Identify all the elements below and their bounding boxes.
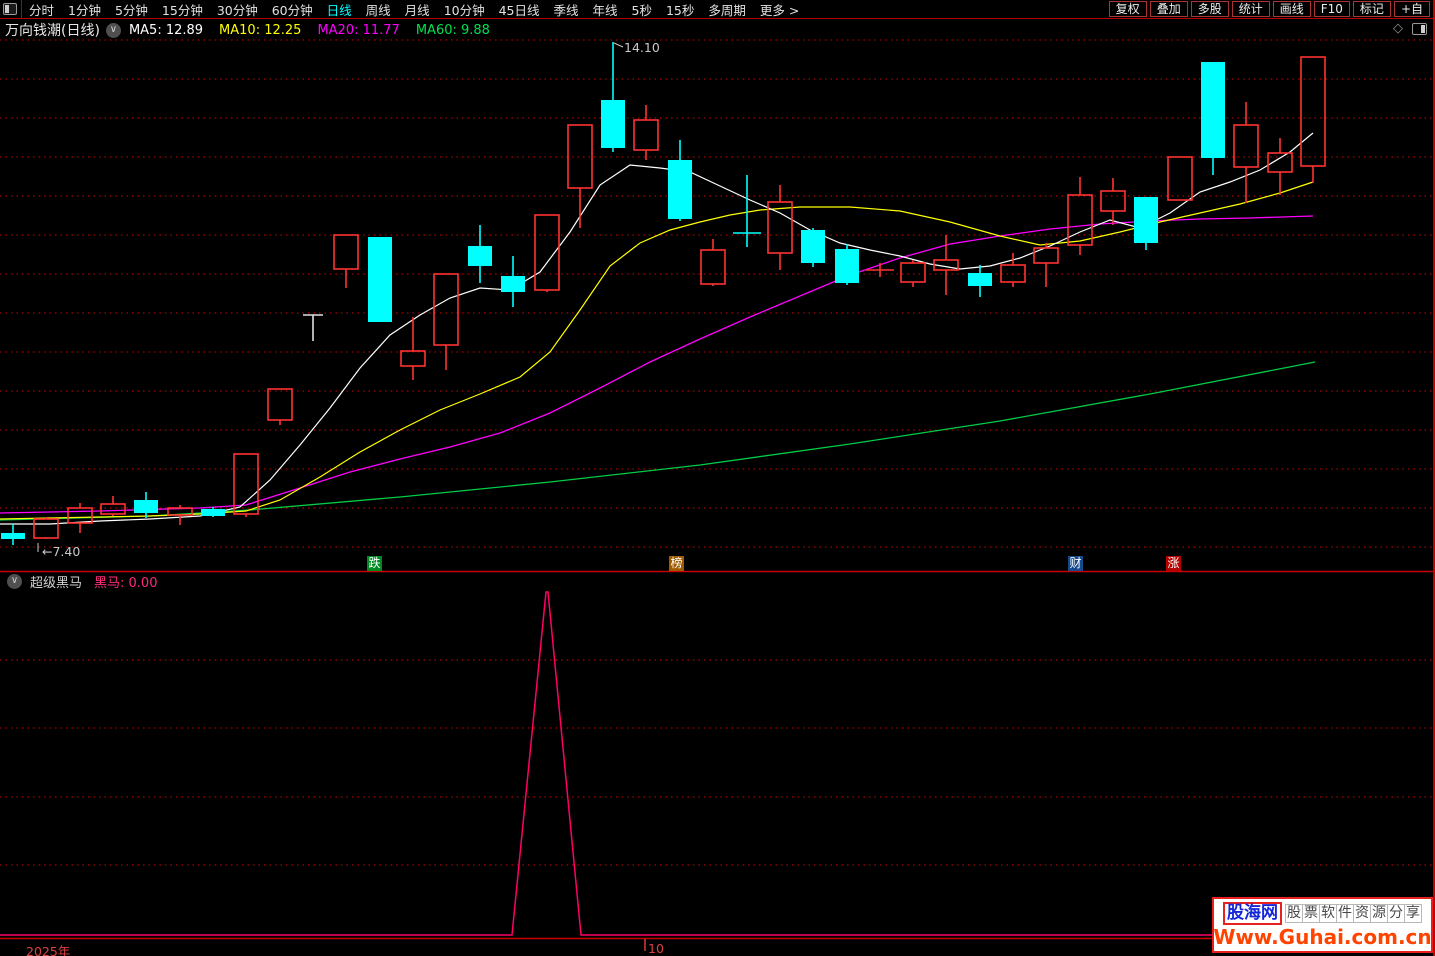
axis-month-label: 10 — [648, 941, 664, 956]
watermark-tagline-char: 票 — [1302, 904, 1320, 923]
indicator-value: 黑马: 0.00 — [94, 572, 157, 591]
indicator-name: 超级黑马 — [30, 572, 82, 591]
watermark-tagline-char: 件 — [1336, 904, 1354, 923]
event-marker-涨[interactable]: 涨 — [1166, 556, 1181, 571]
indicator-panel-header: ∨ 超级黑马 黑马: 0.00 — [7, 574, 157, 589]
watermark-tagline-char: 享 — [1404, 904, 1422, 923]
watermark-site-name: 股海网 — [1223, 902, 1282, 925]
axis-year-label: 2025年 — [26, 941, 70, 956]
event-marker-财[interactable]: 财 — [1068, 556, 1083, 571]
low-price-annotation: ←7.40 — [42, 544, 80, 559]
watermark-tagline-char: 分 — [1387, 904, 1405, 923]
chevron-down-icon[interactable]: ∨ — [7, 574, 22, 589]
watermark-row: 股海网 股票软件资源分享 — [1223, 902, 1422, 925]
watermark-tagline-char: 源 — [1370, 904, 1388, 923]
watermark-tagline-char: 软 — [1319, 904, 1337, 923]
candlestick-chart-canvas[interactable] — [0, 0, 1435, 956]
watermark-banner: 股海网 股票软件资源分享 Www.Guhai.com.cn — [1212, 897, 1433, 953]
watermark-url[interactable]: Www.Guhai.com.cn — [1213, 926, 1431, 948]
watermark-tagline-char: 股 — [1285, 904, 1303, 923]
event-marker-榜[interactable]: 榜 — [669, 556, 684, 571]
trading-app-window: 分时1分钟5分钟15分钟30分钟60分钟日线周线月线10分钟45日线季线年线5秒… — [0, 0, 1435, 956]
high-price-annotation: 14.10 — [624, 40, 660, 55]
watermark-tagline: 股票软件资源分享 — [1286, 904, 1422, 923]
watermark-tagline-char: 资 — [1353, 904, 1371, 923]
event-marker-跌[interactable]: 跌 — [367, 556, 382, 571]
